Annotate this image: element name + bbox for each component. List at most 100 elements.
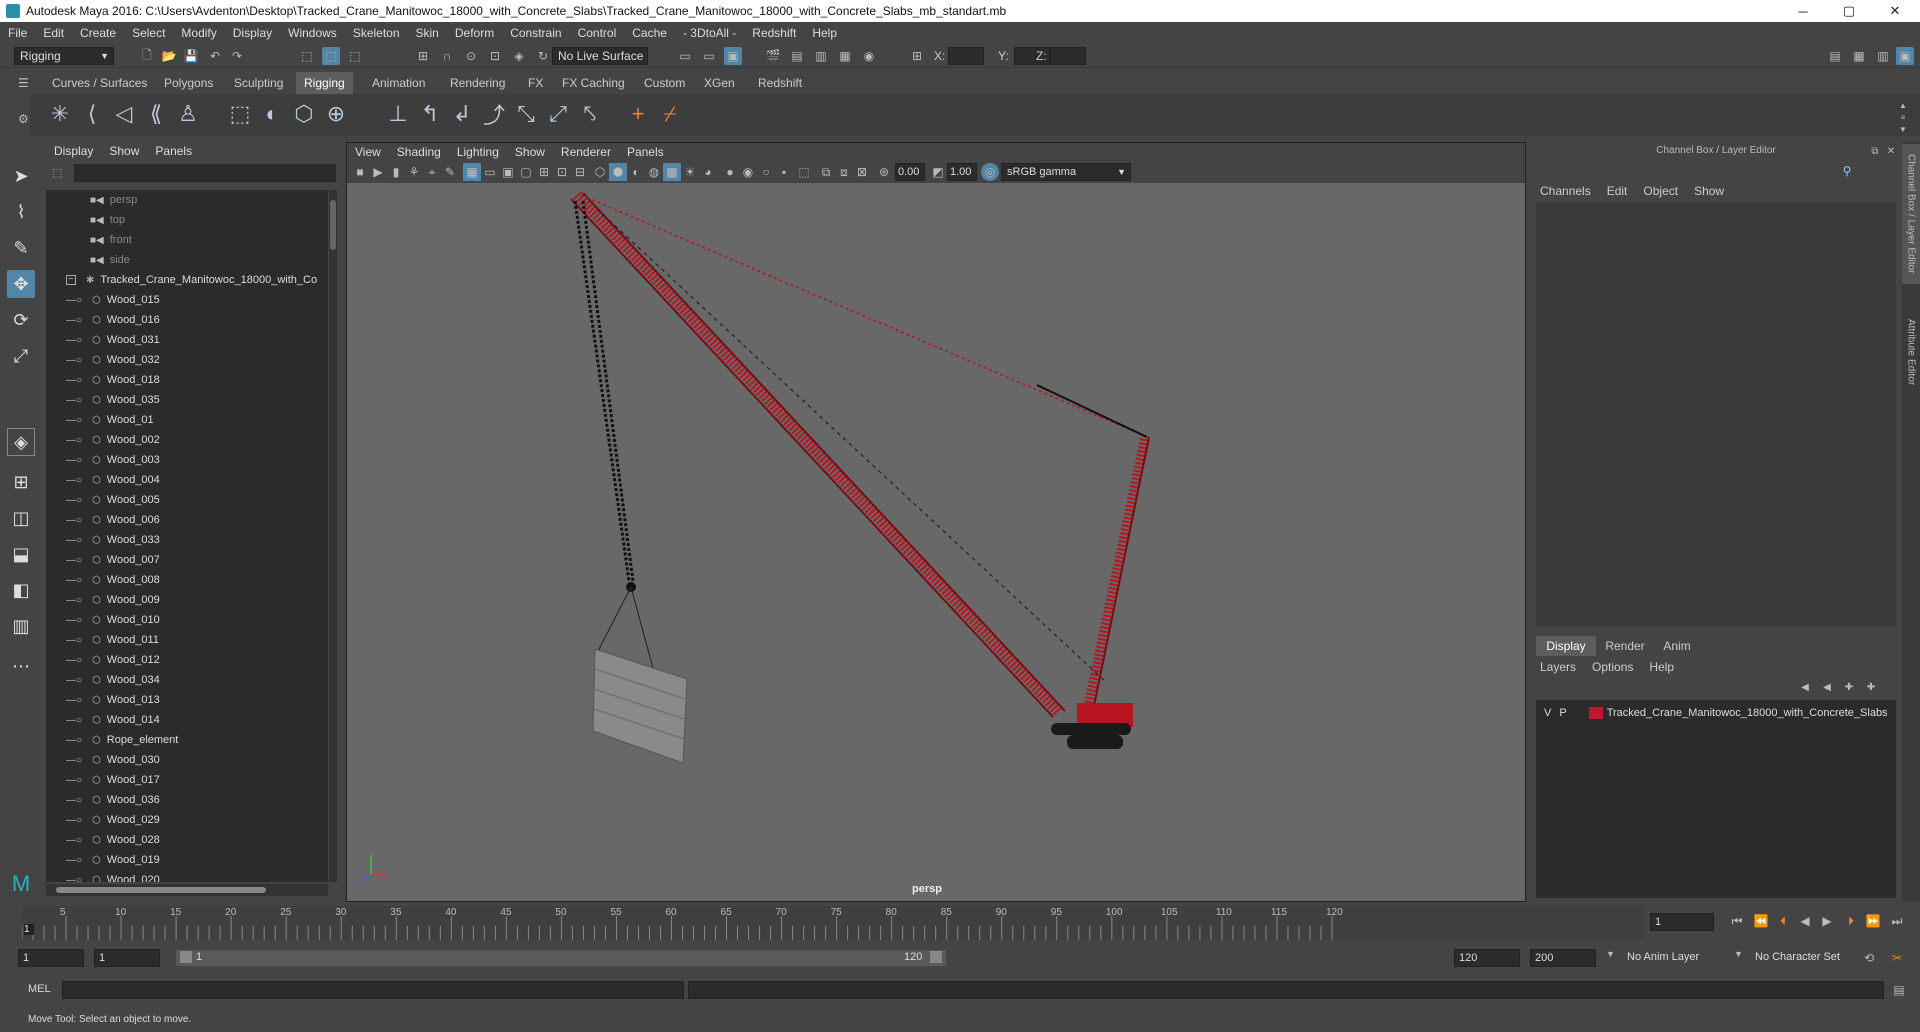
list-item[interactable]: —○ ⬡ Wood_007 (46, 550, 328, 570)
select-component-icon[interactable]: ⬚ (346, 47, 364, 65)
list-item[interactable]: —○ ⬡ Wood_028 (46, 830, 328, 850)
layer-menu-layers[interactable]: Layers (1532, 660, 1584, 674)
joint-tool-icon[interactable]: ✳ (46, 100, 74, 128)
point-constraint-icon[interactable]: ↲ (448, 100, 476, 128)
new-scene-icon[interactable]: 🗋 (138, 47, 156, 65)
outliner-persp-icon[interactable]: ◧ (7, 576, 35, 604)
cb-menu-channels[interactable]: Channels (1532, 184, 1599, 198)
snap-point-icon[interactable]: ⊙ (462, 47, 480, 65)
collapse-icon[interactable]: − (66, 275, 76, 285)
four-view-icon[interactable]: ⊞ (7, 468, 35, 496)
outliner-menu-display[interactable]: Display (46, 144, 101, 158)
menu-deform[interactable]: Deform (447, 26, 502, 40)
outliner-menu-show[interactable]: Show (101, 144, 147, 158)
list-item[interactable]: —○ ⬡ Wood_005 (46, 490, 328, 510)
x-input[interactable] (948, 47, 984, 65)
move-tool-icon[interactable]: ✥ (7, 270, 35, 298)
bind-skin-icon[interactable]: ⬚ (226, 100, 254, 128)
range-slider[interactable]: 1 120 (176, 950, 946, 966)
redo-icon[interactable]: ↷ (228, 47, 246, 65)
insert-joint-icon[interactable]: ⟨ (78, 100, 106, 128)
list-item[interactable]: —○ ⬡ Wood_004 (46, 470, 328, 490)
xray-icon[interactable]: ⧉ (817, 163, 835, 181)
list-item[interactable]: —○ ⬡ Rope_element (46, 730, 328, 750)
mirror-joint-icon[interactable]: ◁ (110, 100, 138, 128)
layer-tab-anim[interactable]: Anim (1654, 636, 1700, 656)
scroll-thumb[interactable] (330, 200, 336, 250)
parent-constraint-icon[interactable]: ↰ (416, 100, 444, 128)
menu-create[interactable]: Create (72, 26, 124, 40)
list-item[interactable]: —○ ⬡ Wood_008 (46, 570, 328, 590)
safe-title-icon[interactable]: ⊟ (571, 163, 589, 181)
transform-mode-icon[interactable]: ⊞ (908, 47, 926, 65)
set-driven-key-icon[interactable]: + (624, 100, 652, 128)
current-frame-marker[interactable]: 1 (24, 924, 34, 935)
tab-animation[interactable]: Animation (364, 72, 433, 94)
menu-file[interactable]: File (0, 26, 35, 40)
camera-select-icon[interactable]: ■ (351, 163, 369, 181)
scene-end-input[interactable]: 200 (1530, 949, 1596, 967)
move-layer-down-icon[interactable]: ◀ (1818, 678, 1836, 696)
list-item[interactable]: —○ ⬡ Wood_019 (46, 850, 328, 870)
list-item[interactable]: —○ ⬡ Wood_035 (46, 390, 328, 410)
outliner-search-input[interactable] (74, 164, 336, 182)
list-item[interactable]: —○ ⬡ Wood_010 (46, 610, 328, 630)
render-settings-icon[interactable]: ▥ (812, 47, 830, 65)
anim-layer-dropdown[interactable]: No Anim Layer (1622, 949, 1736, 967)
layer-menu-help[interactable]: Help (1641, 660, 1682, 674)
list-item[interactable]: —○ ⬡ Wood_01 (46, 410, 328, 430)
tab-polygons[interactable]: Polygons (156, 72, 221, 94)
new-layer-selected-icon[interactable]: ✚ (1862, 678, 1880, 696)
snap-curve-icon[interactable]: ∩ (438, 47, 456, 65)
list-item[interactable]: —○ ⬡ Wood_011 (46, 630, 328, 650)
textured-icon[interactable]: ▩ (663, 163, 681, 181)
scene-start-input[interactable]: 1 (18, 949, 84, 967)
tab-fx[interactable]: FX (520, 72, 551, 94)
menu-help[interactable]: Help (804, 26, 845, 40)
menu-modify[interactable]: Modify (173, 26, 224, 40)
scroll-down-icon[interactable]: ▼ (1894, 120, 1912, 138)
color-management-icon[interactable]: ◎ (981, 163, 999, 181)
layer-row[interactable]: V P Tracked_Crane_Manitowoc_18000_with_C… (1536, 704, 1896, 722)
shelf-settings-icon[interactable]: ⚙ (18, 112, 30, 128)
grease-pencil-icon[interactable]: ✎ (441, 163, 459, 181)
graph-persp-icon[interactable]: ▥ (7, 612, 35, 640)
list-item[interactable]: —○ ⬡ Wood_036 (46, 790, 328, 810)
locator-icon[interactable]: ⊥ (384, 100, 412, 128)
save-scene-icon[interactable]: 💾 (182, 47, 200, 65)
outliner-horizontal-scrollbar[interactable] (46, 884, 328, 896)
lasso-tool-icon[interactable]: ⌇ (7, 198, 35, 226)
film-gate-icon[interactable]: ▭ (481, 163, 499, 181)
new-layer-icon[interactable]: ✚ (1840, 678, 1858, 696)
undo-icon[interactable]: ↶ (206, 47, 224, 65)
command-language-label[interactable]: MEL (28, 983, 51, 995)
smooth-shade-icon[interactable]: ⬢ (609, 163, 627, 181)
playback-end-input[interactable]: 120 (1454, 949, 1520, 967)
menu-cache[interactable]: Cache (624, 26, 675, 40)
step-back-key-icon[interactable]: ⏪ (1752, 912, 1770, 930)
chevron-down-icon[interactable]: ▼ (1734, 949, 1743, 959)
list-item[interactable]: —○ ⬡ Wood_003 (46, 450, 328, 470)
xray-joints-icon[interactable]: ⧈ (835, 163, 853, 181)
ambient-occlusion-icon[interactable]: ● (721, 163, 739, 181)
color-space-dropdown[interactable]: sRGB gamma ▼ (1001, 163, 1131, 181)
gate-mask-icon[interactable]: ▢ (517, 163, 535, 181)
vp-menu-renderer[interactable]: Renderer (553, 145, 619, 159)
antialiasing-icon[interactable]: ○ (757, 163, 775, 181)
scale-constraint-icon[interactable]: ⤡ (512, 100, 540, 128)
wireframe-icon[interactable]: ⬡ (591, 163, 609, 181)
animation-prefs-icon[interactable]: ✂ (1888, 949, 1906, 967)
list-item[interactable]: —○ ⬡ Wood_015 (46, 290, 328, 310)
vp-menu-view[interactable]: View (347, 145, 389, 159)
time-slider[interactable]: 5 10 15 20 25 30 35 40 45 50 55 60 65 70 75 80 85 90 95 100… (21, 906, 1644, 940)
list-item[interactable]: —○ ⬡ Wood_009 (46, 590, 328, 610)
set-key-icon[interactable]: ⌿ (656, 100, 684, 128)
layer-tab-display[interactable]: Display (1536, 636, 1596, 656)
single-view-icon[interactable]: ◈ (7, 428, 35, 456)
depth-of-field-icon[interactable]: ▪ (775, 163, 793, 181)
list-item[interactable]: —○ ⬡ Wood_017 (46, 770, 328, 790)
image-plane-icon[interactable]: ⚘ (405, 163, 423, 181)
rotate-tool-icon[interactable]: ⟳ (7, 306, 35, 334)
menu-display[interactable]: Display (225, 26, 280, 40)
list-item[interactable]: ■◀ persp (46, 190, 328, 210)
